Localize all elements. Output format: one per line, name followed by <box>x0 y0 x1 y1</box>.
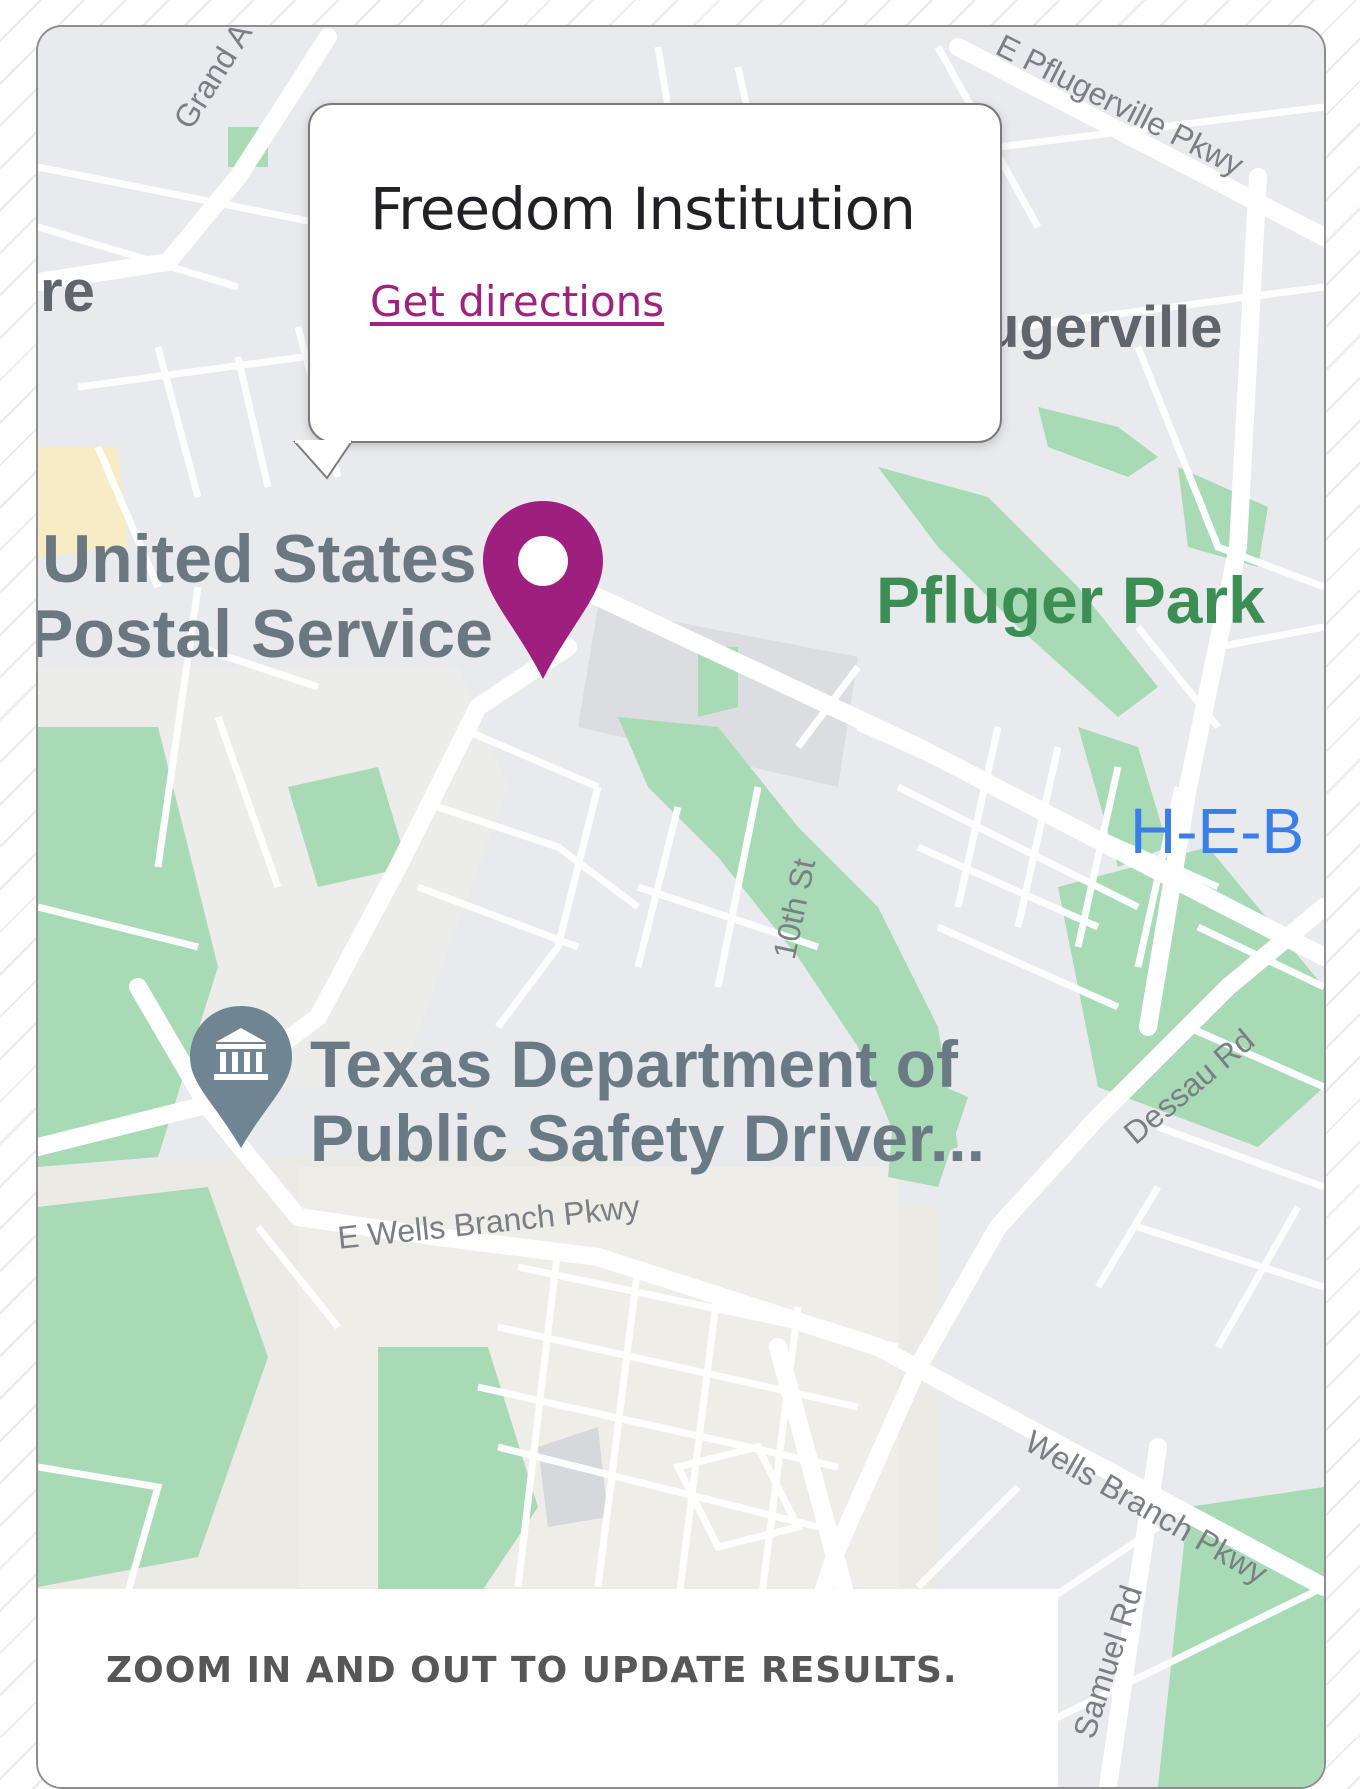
map-label-usps: United States <box>42 521 477 597</box>
zoom-hint-text: ZOOM IN AND OUT TO UPDATE RESULTS. <box>106 1650 958 1691</box>
government-building-icon[interactable] <box>186 1002 296 1152</box>
map-label-usps-line2: Postal Service <box>36 596 493 672</box>
map-marker-icon[interactable] <box>481 499 605 681</box>
info-window-tail <box>293 440 353 480</box>
map-label-dps-line1: Texas Department of <box>310 1027 958 1101</box>
map-label-heb: H-E-B <box>1130 795 1305 867</box>
map-label-pfluger-park: Pfluger Park <box>876 563 1265 637</box>
info-window: Freedom Institution Get directions <box>308 103 1002 443</box>
map-label-dps-line2: Public Safety Driver... <box>310 1101 985 1175</box>
get-directions-link[interactable]: Get directions <box>370 277 664 326</box>
map-container[interactable]: United States Postal Service Pfluger Par… <box>36 25 1326 1789</box>
location-title: Freedom Institution <box>370 175 916 243</box>
map-label-city: ugerville <box>984 295 1223 360</box>
map-label-city-left: re <box>40 259 95 324</box>
